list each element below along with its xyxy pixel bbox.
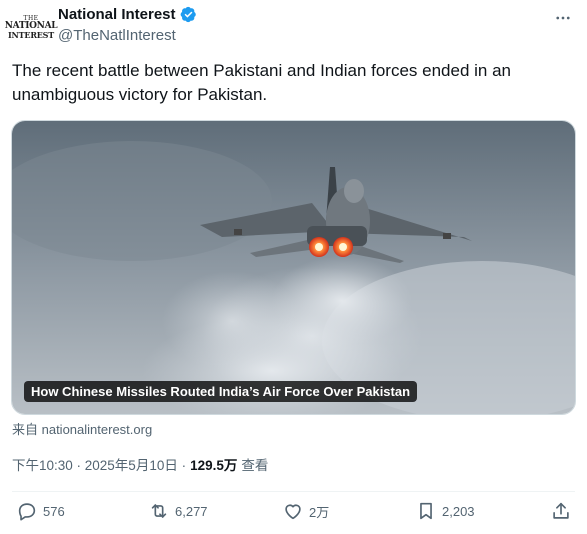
media-caption: How Chinese Missiles Routed India’s Air … [24, 381, 418, 402]
reply-count: 576 [43, 503, 65, 519]
name-row: National Interest [58, 6, 197, 23]
tweet-text: The recent battle between Pakistani and … [12, 61, 512, 104]
tweet-meta: 下午10:30 · 2025年5月10日 · 129.5万 查看 [12, 454, 268, 474]
verified-badge-icon [180, 6, 196, 23]
bookmark-icon [420, 502, 432, 520]
account-handle[interactable]: @TheNatlInterest [58, 27, 176, 44]
like-button[interactable]: 2万 [282, 500, 329, 522]
avatar[interactable]: THE NATIONAL INTEREST [5, 12, 58, 42]
views-label: 查看 [241, 458, 269, 473]
media-card[interactable]: How Chinese Missiles Routed India’s Air … [11, 120, 576, 415]
link-source[interactable]: 来自 nationalinterest.org [12, 419, 152, 438]
views-count: 129.5万 [190, 458, 238, 473]
like-count: 2万 [309, 504, 330, 520]
repost-icon [151, 504, 167, 518]
jet-photo [12, 121, 575, 414]
share-icon [553, 502, 569, 519]
repost-count: 6,277 [175, 503, 208, 519]
reply-icon [18, 503, 36, 521]
bookmark-count: 2,203 [442, 503, 475, 519]
repost-button[interactable]: 6,277 [148, 500, 208, 522]
action-bar: 576 6,277 2万 2,203 [12, 500, 575, 530]
tweet-header: THE NATIONAL INTEREST National Interest … [5, 6, 575, 46]
like-icon [285, 504, 301, 520]
bookmark-button[interactable]: 2,203 [415, 500, 475, 522]
divider [12, 491, 575, 492]
timestamp[interactable]: 下午10:30 · 2025年5月10日 · [12, 454, 186, 474]
more-button[interactable] [553, 8, 573, 28]
avatar-text-line-3: INTEREST [8, 29, 54, 40]
reply-button[interactable]: 576 [16, 500, 65, 522]
more-icon [556, 16, 570, 20]
share-button[interactable] [550, 500, 572, 522]
account-name[interactable]: National Interest [58, 6, 176, 23]
